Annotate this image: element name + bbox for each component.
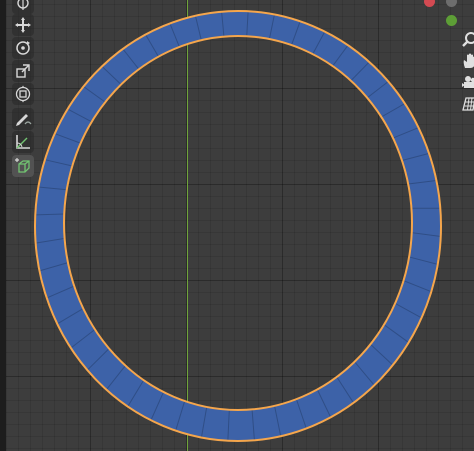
transform-tool-button[interactable] <box>12 83 34 105</box>
zoom-button[interactable] <box>462 30 474 48</box>
add-cube-tool-button[interactable] <box>12 155 34 177</box>
move-tool-button[interactable] <box>12 14 34 36</box>
measure-icon <box>16 135 30 149</box>
hand-icon <box>463 53 474 68</box>
perspective-toggle-button[interactable] <box>462 96 474 112</box>
toolbar-edge <box>0 0 6 451</box>
move-icon <box>15 17 31 33</box>
rotate-icon <box>16 41 30 55</box>
ring-mesh[interactable] <box>0 0 474 451</box>
3d-viewport[interactable] <box>0 0 474 451</box>
annotate-tool-button[interactable] <box>12 108 34 130</box>
scale-icon <box>16 64 30 78</box>
pan-button[interactable] <box>462 52 474 70</box>
cursor-icon <box>17 0 29 10</box>
cursor-tool-button[interactable] <box>12 0 34 14</box>
rotate-tool-button[interactable] <box>12 37 34 59</box>
scale-tool-button[interactable] <box>12 60 34 82</box>
transform-icon <box>15 85 31 103</box>
camera-icon <box>462 76 474 88</box>
measure-tool-button[interactable] <box>12 131 34 153</box>
grid-icon <box>462 97 474 111</box>
annotate-icon <box>16 114 32 126</box>
add-cube-icon <box>15 158 30 173</box>
camera-button[interactable] <box>462 74 474 92</box>
ring-faces <box>0 0 474 451</box>
zoom-icon <box>462 32 474 47</box>
y-axis-gizmo-dot[interactable] <box>446 15 457 26</box>
